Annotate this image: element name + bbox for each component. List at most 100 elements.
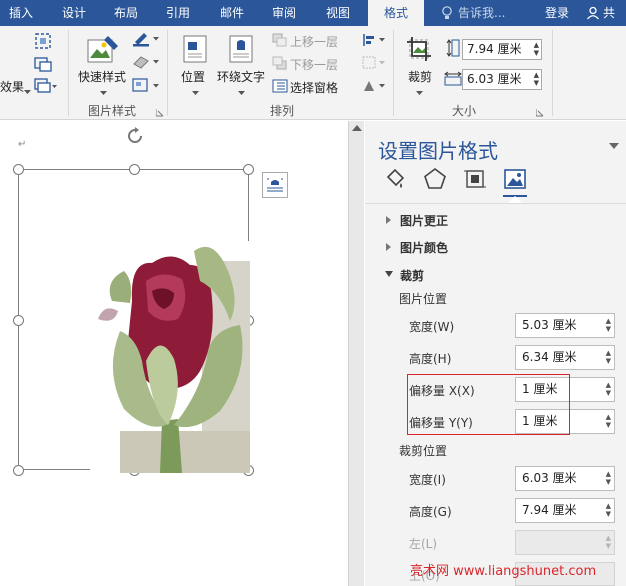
selection-pane-button[interactable]: 选择窗格 <box>290 79 338 96</box>
position-button[interactable]: 位置 <box>181 68 205 85</box>
effects-pentagon-icon[interactable] <box>423 167 447 194</box>
rotate-icon[interactable] <box>362 79 386 96</box>
spinner-arrows-icon[interactable]: ▲ ▼ <box>606 413 611 429</box>
group-label-picture-styles: 图片样式 <box>88 104 137 118</box>
crop-frame-icon[interactable] <box>34 32 52 53</box>
resize-handle[interactable] <box>13 164 24 175</box>
tab-review[interactable]: 审阅 <box>262 0 306 26</box>
chevron-down-icon[interactable] <box>238 85 245 99</box>
layout-options-icon[interactable] <box>262 172 288 201</box>
tell-me-search[interactable]: 告诉我... <box>458 0 505 26</box>
group-label-size: 大小 <box>452 104 477 118</box>
spinner-arrows-icon[interactable]: ▲ ▼ <box>606 349 611 365</box>
selection-pane-icon[interactable] <box>272 79 288 96</box>
group-separator <box>167 30 168 116</box>
cp-height-input[interactable]: 7.94 厘米 ▲ ▼ <box>515 498 615 523</box>
picture-effects-icon[interactable] <box>132 54 160 73</box>
pane-options-icon[interactable] <box>609 143 619 149</box>
resize-handle[interactable] <box>13 465 24 476</box>
group-separator <box>68 30 69 116</box>
shape-width-input[interactable]: 6.03 厘米 ▲ ▼ <box>462 69 542 90</box>
vertical-scrollbar[interactable] <box>348 121 364 586</box>
spinner-arrows-icon[interactable]: ▲ ▼ <box>606 502 611 518</box>
picture-effects-label[interactable]: 效果 <box>0 78 24 95</box>
crop-left-input[interactable]: ▲ ▼ <box>515 530 615 555</box>
chevron-down-icon[interactable] <box>100 85 107 99</box>
caret-right-icon[interactable] <box>386 243 391 251</box>
picture-border-pen-icon[interactable] <box>132 31 160 50</box>
login-button[interactable]: 登录 <box>545 0 569 26</box>
group-separator <box>393 30 394 116</box>
pane-divider <box>365 203 626 204</box>
tab-insert[interactable]: 插入 <box>0 0 42 26</box>
wrap-text-icon[interactable] <box>228 34 254 67</box>
picture-border-icon[interactable] <box>34 56 52 75</box>
spinner-arrows-icon[interactable]: ▲ ▼ <box>606 534 611 550</box>
cp-width-input[interactable]: 6.03 厘米 ▲ ▼ <box>515 466 615 491</box>
send-backward-button[interactable]: 下移一层 <box>290 56 338 73</box>
picture-tab-icon[interactable] <box>503 167 527 197</box>
spinner-arrows-icon[interactable]: ▲ ▼ <box>606 381 611 397</box>
spinner-arrows-icon[interactable]: ▲ ▼ <box>534 41 539 57</box>
position-icon[interactable] <box>182 34 208 67</box>
align-icon[interactable] <box>362 33 386 50</box>
dialog-launcher-icon[interactable] <box>535 106 544 120</box>
section-picture-corrections[interactable]: 图片更正 <box>400 212 448 229</box>
caret-down-icon[interactable] <box>385 271 393 277</box>
tab-design[interactable]: 设计 <box>52 0 96 26</box>
layout-properties-icon[interactable] <box>463 167 487 194</box>
spinner-arrows-icon[interactable]: ▲ ▼ <box>606 317 611 333</box>
fill-line-icon[interactable] <box>383 167 407 194</box>
pp-height-label: 高度(H) <box>409 352 452 366</box>
pp-width-label: 宽度(W) <box>409 320 455 334</box>
picture-layout-icon[interactable] <box>34 78 58 97</box>
cp-height-label: 高度(G) <box>409 505 452 519</box>
rotate-handle-icon[interactable] <box>124 125 146 150</box>
cp-width-label: 宽度(I) <box>409 473 446 487</box>
shape-width-value: 6.03 厘米 <box>467 72 522 86</box>
section-picture-color[interactable]: 图片颜色 <box>400 239 448 256</box>
section-crop[interactable]: 裁剪 <box>400 267 424 284</box>
word-window: 插入 设计 布局 引用 邮件 审阅 视图 格式 告诉我... 登录 共享 效果 <box>0 0 626 586</box>
group-objects-icon[interactable] <box>362 56 386 73</box>
crop-icon[interactable] <box>406 36 432 65</box>
pp-width-input[interactable]: 5.03 厘米 ▲ ▼ <box>515 313 615 338</box>
pp-height-input[interactable]: 6.34 厘米 ▲ ▼ <box>515 345 615 370</box>
bring-forward-button[interactable]: 上移一层 <box>290 33 338 50</box>
crop-button[interactable]: 裁剪 <box>408 68 432 85</box>
highlight-box <box>407 374 570 435</box>
share-button[interactable]: 共享 <box>603 0 626 46</box>
shape-height-input[interactable]: 7.94 厘米 ▲ ▼ <box>462 39 542 60</box>
tab-format[interactable]: 格式 <box>368 0 424 26</box>
spinner-arrows-icon[interactable]: ▲ ▼ <box>606 470 611 486</box>
resize-handle[interactable] <box>129 164 140 175</box>
dialog-launcher-icon[interactable] <box>155 106 164 120</box>
watermark: 亮术网 www.liangshunet.com <box>410 564 597 579</box>
pp-height-value: 6.34 厘米 <box>522 350 577 364</box>
picture-layout-small-icon[interactable] <box>132 78 160 97</box>
tab-layout[interactable]: 布局 <box>104 0 148 26</box>
resize-handle[interactable] <box>243 164 254 175</box>
chevron-down-icon[interactable] <box>24 84 31 98</box>
group-label-arrange: 排列 <box>270 104 295 118</box>
resize-handle[interactable] <box>13 315 24 326</box>
caret-right-icon[interactable] <box>386 216 391 224</box>
spinner-arrows-icon[interactable]: ▲ ▼ <box>534 71 539 87</box>
bring-forward-icon[interactable] <box>272 33 288 50</box>
group-separator <box>552 30 553 116</box>
cp-width-value: 6.03 厘米 <box>522 471 577 485</box>
rose-bud-picture[interactable] <box>90 241 250 473</box>
quick-styles-button[interactable]: 快速样式 <box>78 68 126 85</box>
chevron-down-icon[interactable] <box>192 85 199 99</box>
tab-view[interactable]: 视图 <box>316 0 360 26</box>
quick-styles-icon[interactable] <box>86 34 120 69</box>
crop-left-label: 左(L) <box>409 537 438 551</box>
send-backward-icon[interactable] <box>272 56 288 73</box>
ribbon: 效果 快速样式 图片样式 位置 环绕文字 上移一层 下移一层 选择窗格 排列 裁… <box>0 26 626 120</box>
chevron-down-icon[interactable] <box>416 85 423 99</box>
tab-mailings[interactable]: 邮件 <box>210 0 254 26</box>
tab-references[interactable]: 引用 <box>156 0 200 26</box>
wrap-text-button[interactable]: 环绕文字 <box>217 68 265 85</box>
scroll-up-icon[interactable] <box>352 125 362 131</box>
pp-width-value: 5.03 厘米 <box>522 318 577 332</box>
